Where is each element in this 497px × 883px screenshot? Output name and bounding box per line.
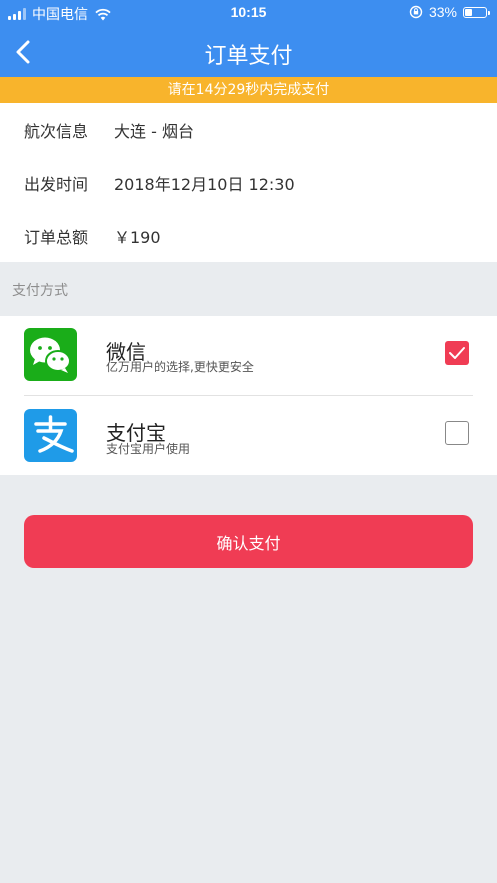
status-right: 33% (409, 4, 490, 20)
alipay-icon (24, 409, 77, 462)
nav-bar: 订单支付 (0, 26, 497, 77)
info-value: 大连 - 烟台 (114, 122, 194, 141)
payment-section-title: 支付方式 (12, 283, 68, 299)
battery-icon (463, 6, 490, 18)
payment-desc: 亿万用户的选择,更快更安全 (106, 360, 254, 374)
info-label: 出发时间 (24, 175, 89, 194)
order-info: 航次信息 大连 - 烟台 出发时间 2018年12月10日 12:30 订单总额… (0, 103, 497, 262)
info-row-departure: 出发时间 2018年12月10日 12:30 (24, 169, 295, 197)
payment-countdown: 请在14分29秒内完成支付 (0, 77, 497, 103)
wechat-icon (24, 328, 77, 381)
checkbox-unchecked-icon[interactable] (445, 421, 469, 445)
info-value: 2018年12月10日 12:30 (114, 175, 295, 194)
payment-methods: 微信 亿万用户的选择,更快更安全 支付宝 支付宝用户使用 (0, 316, 497, 475)
confirm-payment-button[interactable]: 确认支付 (24, 515, 473, 568)
info-row-total: 订单总额 ￥190 (24, 222, 161, 250)
status-bar: 中国电信 10:15 33% (0, 0, 497, 26)
payment-option-alipay[interactable]: 支付宝 支付宝用户使用 (0, 396, 497, 475)
payment-option-wechat[interactable]: 微信 亿万用户的选择,更快更安全 (0, 316, 497, 396)
page-title: 订单支付 (204, 44, 293, 69)
payment-desc: 支付宝用户使用 (106, 442, 191, 456)
checkbox-checked-icon[interactable] (445, 341, 469, 365)
info-label: 航次信息 (24, 122, 89, 141)
info-row-route: 航次信息 大连 - 烟台 (24, 116, 194, 144)
info-label: 订单总额 (24, 228, 89, 247)
orientation-lock-icon (409, 5, 423, 19)
info-value: ￥190 (114, 228, 161, 247)
battery-percent: 33% (428, 4, 457, 20)
